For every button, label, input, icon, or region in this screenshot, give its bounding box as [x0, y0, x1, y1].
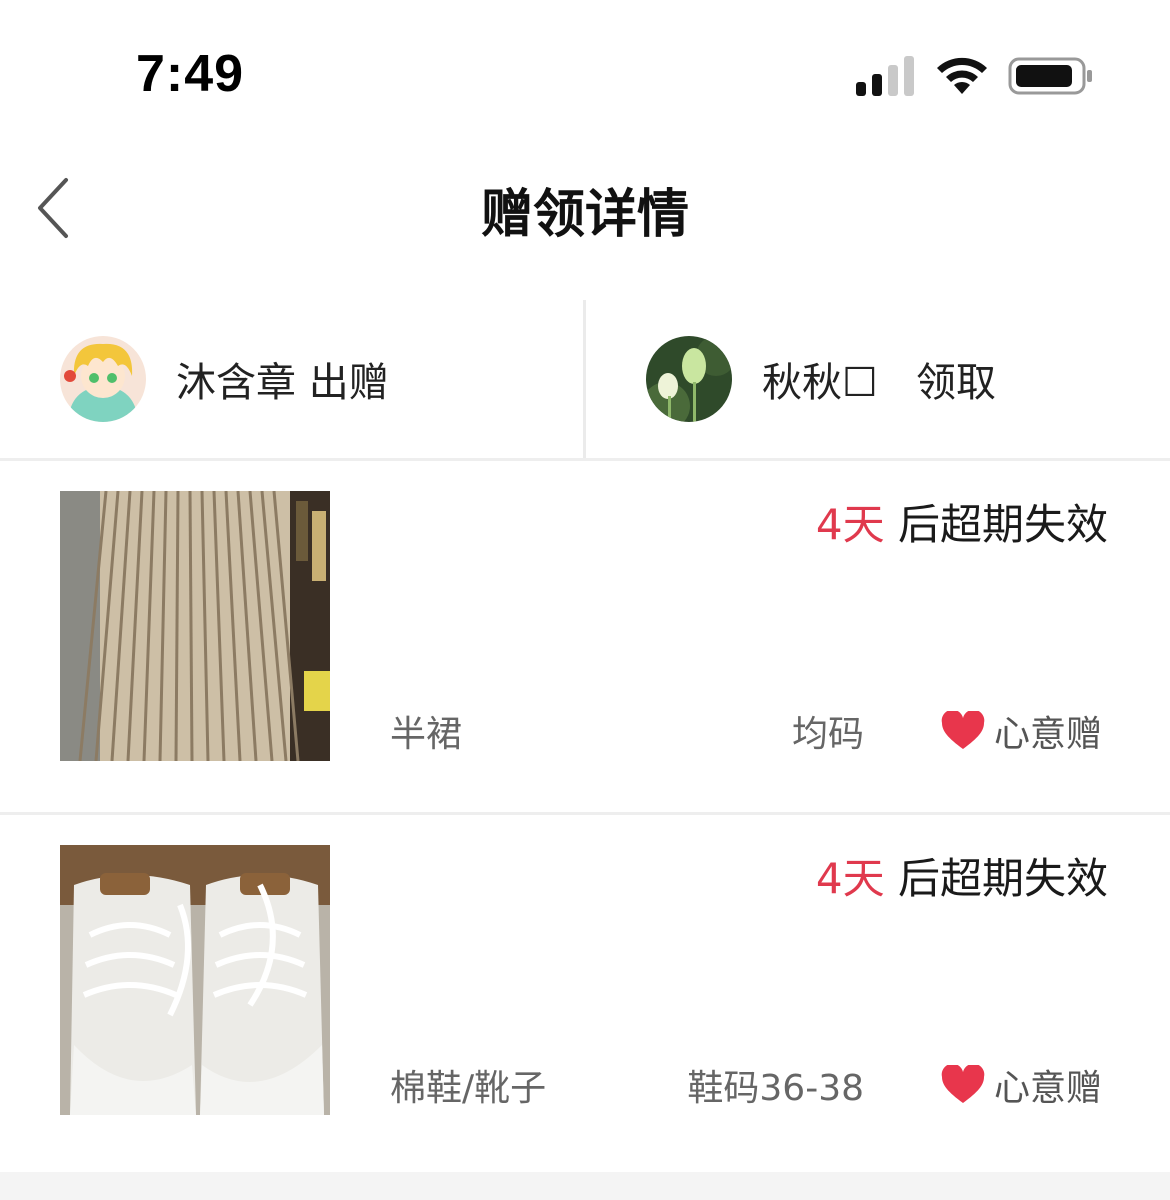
- expire-notice: 4天 后超期失效: [816, 491, 1108, 552]
- giver-action: 出赠: [308, 360, 389, 406]
- expire-days: 4天: [815, 500, 885, 549]
- nav-bar: 赠领详情: [0, 150, 1170, 270]
- gift-type-label: 心意赠: [994, 1068, 1103, 1109]
- cellular-signal-icon: [856, 56, 914, 96]
- gift-parties: 沐含章 出赠 秋秋☐ 领取: [0, 300, 1170, 458]
- gift-item[interactable]: 4天 后超期失效 棉鞋/靴子 鞋码36-38 心意赠: [0, 815, 1170, 1167]
- expire-notice: 4天 后超期失效: [816, 845, 1108, 906]
- item-photo-skirt[interactable]: [60, 491, 330, 761]
- expire-text: 后超期失效: [884, 854, 1108, 903]
- gift-type-tag: 心意赠: [940, 705, 1102, 757]
- party-divider: [583, 300, 586, 458]
- receiver-label: 秋秋☐ 领取: [762, 350, 996, 408]
- status-bar: 7:49: [0, 0, 1170, 150]
- receiver-name[interactable]: 秋秋☐: [762, 360, 878, 406]
- giver-info[interactable]: 沐含章 出赠: [60, 300, 389, 458]
- gift-type-tag: 心意赠: [940, 1059, 1102, 1111]
- expire-text: 后超期失效: [884, 500, 1108, 549]
- giver-avatar[interactable]: [60, 336, 146, 422]
- receiver-action: 领取: [916, 360, 997, 406]
- heart-icon: [941, 1065, 985, 1103]
- gift-type-label: 心意赠: [994, 714, 1103, 755]
- giver-label: 沐含章 出赠: [176, 350, 389, 408]
- giver-name[interactable]: 沐含章: [176, 360, 296, 406]
- gift-item[interactable]: 4天 后超期失效 半裙 均码 心意赠: [0, 461, 1170, 813]
- wifi-icon: [937, 57, 987, 94]
- item-category: 半裙: [390, 714, 463, 755]
- heart-icon: [941, 711, 985, 749]
- receiver-info[interactable]: 秋秋☐ 领取: [646, 300, 996, 458]
- page-title: 赠领详情: [480, 185, 689, 245]
- item-size: 鞋码36-38: [687, 1068, 864, 1109]
- receiver-avatar[interactable]: [646, 336, 732, 422]
- expire-days: 4天: [815, 854, 885, 903]
- item-category: 棉鞋/靴子: [390, 1068, 547, 1109]
- bottom-band: [0, 1172, 1170, 1200]
- item-photo-sneakers[interactable]: [60, 845, 330, 1115]
- item-size: 均码: [791, 714, 864, 755]
- battery-icon: [1008, 57, 1092, 95]
- status-time: 7:49: [136, 45, 245, 103]
